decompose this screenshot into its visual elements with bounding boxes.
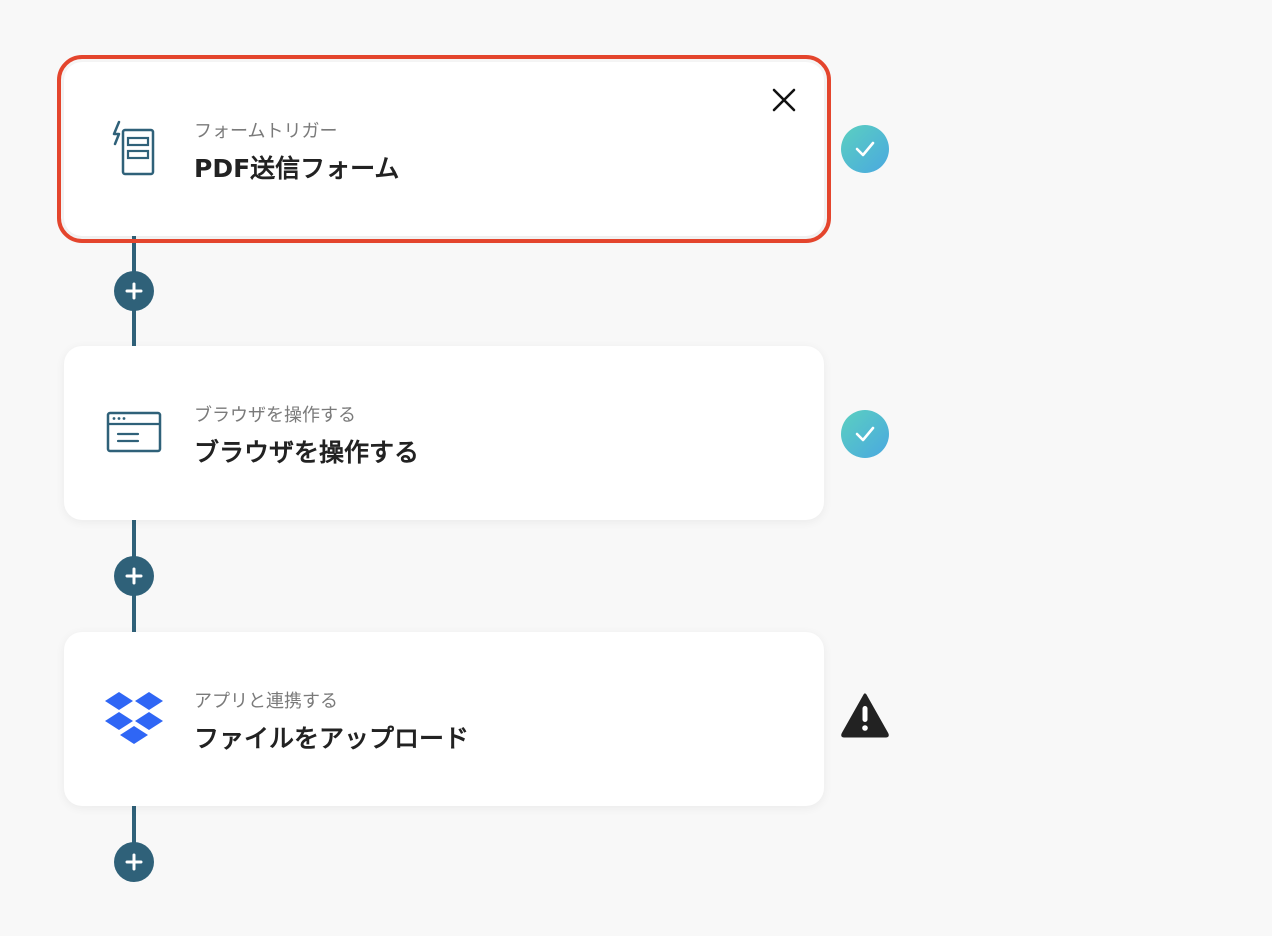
step-status-warning — [840, 690, 890, 740]
plus-icon — [125, 853, 143, 871]
step-type-label: ブラウザを操作する — [194, 405, 356, 426]
flow-step-card-browser[interactable]: ブラウザを操作する ブラウザを操作する — [64, 346, 824, 520]
add-step-button[interactable] — [114, 271, 154, 311]
step-title: ブラウザを操作する — [194, 438, 420, 467]
add-step-button[interactable] — [114, 556, 154, 596]
add-step-button[interactable] — [114, 842, 154, 882]
flow-step-card-dropbox[interactable]: アプリと連携する ファイルをアップロード — [64, 632, 824, 806]
flow-connector-line — [132, 806, 136, 846]
dropbox-icon — [102, 686, 166, 750]
flow-step-card-form-trigger[interactable]: フォームトリガー PDF送信フォーム — [57, 55, 831, 243]
close-icon[interactable] — [770, 86, 798, 114]
plus-icon — [125, 567, 143, 585]
step-type-label: アプリと連携する — [194, 691, 338, 712]
check-icon — [841, 125, 889, 173]
warning-icon — [841, 693, 889, 738]
form-trigger-icon — [102, 116, 166, 180]
step-status-complete — [840, 124, 890, 174]
step-title: PDF送信フォーム — [194, 154, 400, 183]
step-title: ファイルをアップロード — [194, 724, 470, 753]
plus-icon — [125, 282, 143, 300]
check-icon — [841, 410, 889, 458]
browser-window-icon — [102, 400, 166, 464]
step-status-complete — [840, 409, 890, 459]
step-type-label: フォームトリガー — [194, 121, 338, 142]
